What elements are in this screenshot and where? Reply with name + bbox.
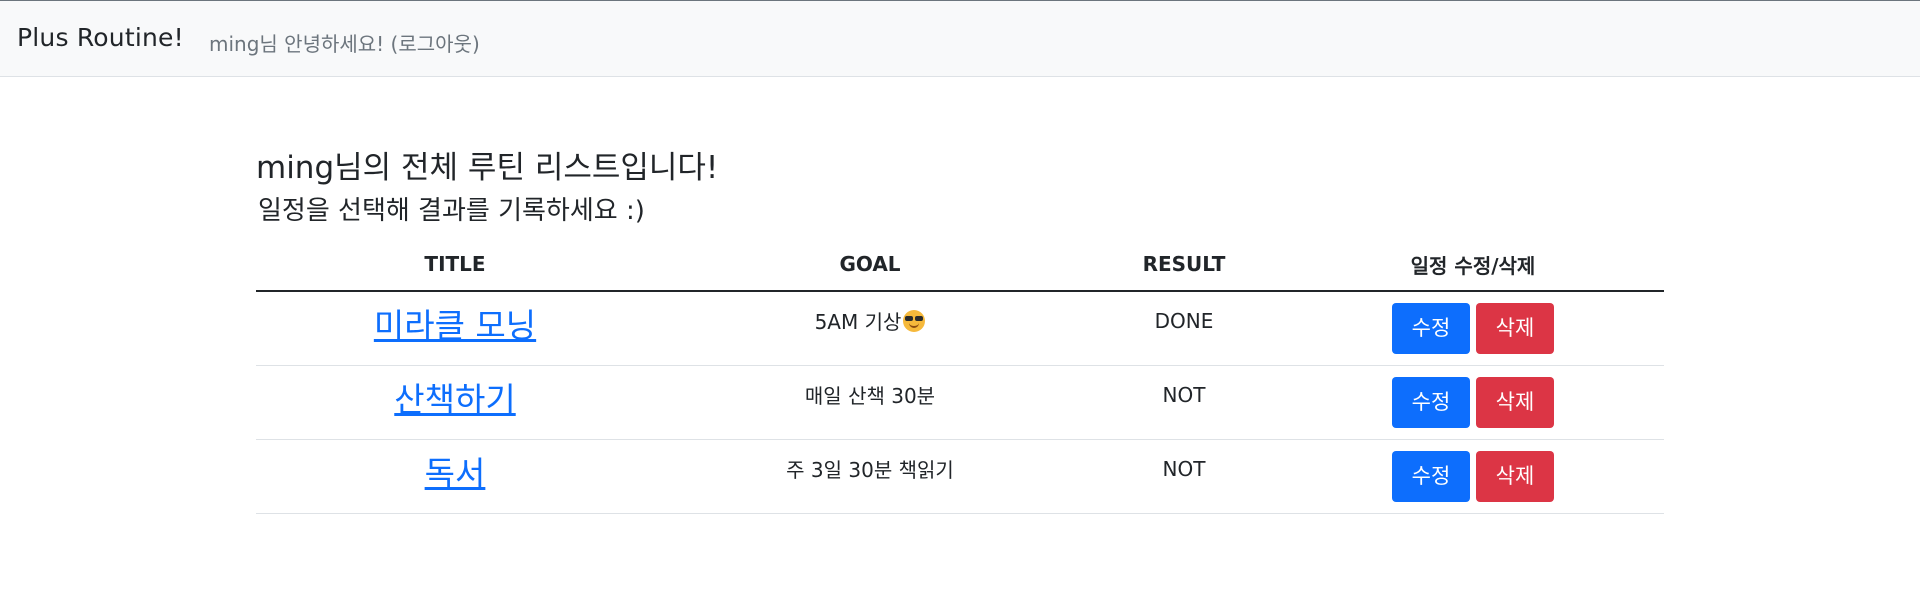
delete-button[interactable]: 삭제 — [1476, 451, 1554, 502]
greeting-text: ming님 안녕하세요! — [209, 32, 385, 56]
header-title: TITLE — [256, 238, 654, 292]
cell-result: NOT — [1086, 439, 1282, 514]
edit-button[interactable]: 수정 — [1392, 377, 1470, 428]
goal-text: 5AM 기상 — [814, 310, 902, 334]
result-text: NOT — [1162, 456, 1206, 481]
cell-title: 산책하기 — [256, 365, 654, 440]
goal-text: 매일 산책 30분 — [804, 384, 936, 408]
table-row: 독서 주 3일 30분 책읽기 NOT 수정 삭제 — [256, 439, 1664, 514]
cell-goal: 매일 산책 30분 — [654, 365, 1086, 440]
result-text: DONE — [1154, 308, 1214, 333]
routine-title-link[interactable]: 독서 — [425, 454, 486, 493]
cell-actions: 수정 삭제 — [1282, 439, 1664, 514]
table-row: 미라클 모닝 5AM 기상 DONE 수정 삭제 — [256, 291, 1664, 366]
brand-link[interactable]: Plus Routine! — [17, 23, 184, 52]
cell-actions: 수정 삭제 — [1282, 291, 1664, 366]
edit-button[interactable]: 수정 — [1392, 451, 1470, 502]
navbar: Plus Routine! ming님 안녕하세요! (로그아웃) — [0, 1, 1920, 77]
cell-goal: 5AM 기상 — [654, 291, 1086, 366]
cell-result: NOT — [1086, 365, 1282, 440]
page-subtitle: 일정을 선택해 결과를 기록하세요 :) — [258, 196, 645, 226]
user-greeting: ming님 안녕하세요! (로그아웃) — [209, 28, 480, 57]
table-header-row: TITLE GOAL RESULT 일정 수정/삭제 — [256, 238, 1664, 292]
header-result: RESULT — [1086, 238, 1282, 292]
routine-table: TITLE GOAL RESULT 일정 수정/삭제 미라클 모닝 5AM 기상… — [256, 238, 1664, 514]
result-text: NOT — [1162, 382, 1206, 407]
sunglasses-face-icon — [903, 310, 926, 332]
cell-title: 독서 — [256, 439, 654, 514]
page-title: ming님의 전체 루틴 리스트입니다! — [256, 150, 719, 186]
cell-result: DONE — [1086, 291, 1282, 366]
header-goal: GOAL — [654, 238, 1086, 292]
cell-actions: 수정 삭제 — [1282, 365, 1664, 440]
cell-title: 미라클 모닝 — [256, 291, 654, 366]
delete-button[interactable]: 삭제 — [1476, 303, 1554, 354]
routine-title-link[interactable]: 산책하기 — [394, 380, 515, 419]
edit-button[interactable]: 수정 — [1392, 303, 1470, 354]
cell-goal: 주 3일 30분 책읽기 — [654, 439, 1086, 514]
delete-button[interactable]: 삭제 — [1476, 377, 1554, 428]
table-row: 산책하기 매일 산책 30분 NOT 수정 삭제 — [256, 365, 1664, 440]
logout-link[interactable]: (로그아웃) — [391, 32, 480, 56]
routine-title-link[interactable]: 미라클 모닝 — [374, 306, 536, 345]
header-actions: 일정 수정/삭제 — [1282, 238, 1664, 292]
goal-text: 주 3일 30분 책읽기 — [786, 458, 954, 482]
